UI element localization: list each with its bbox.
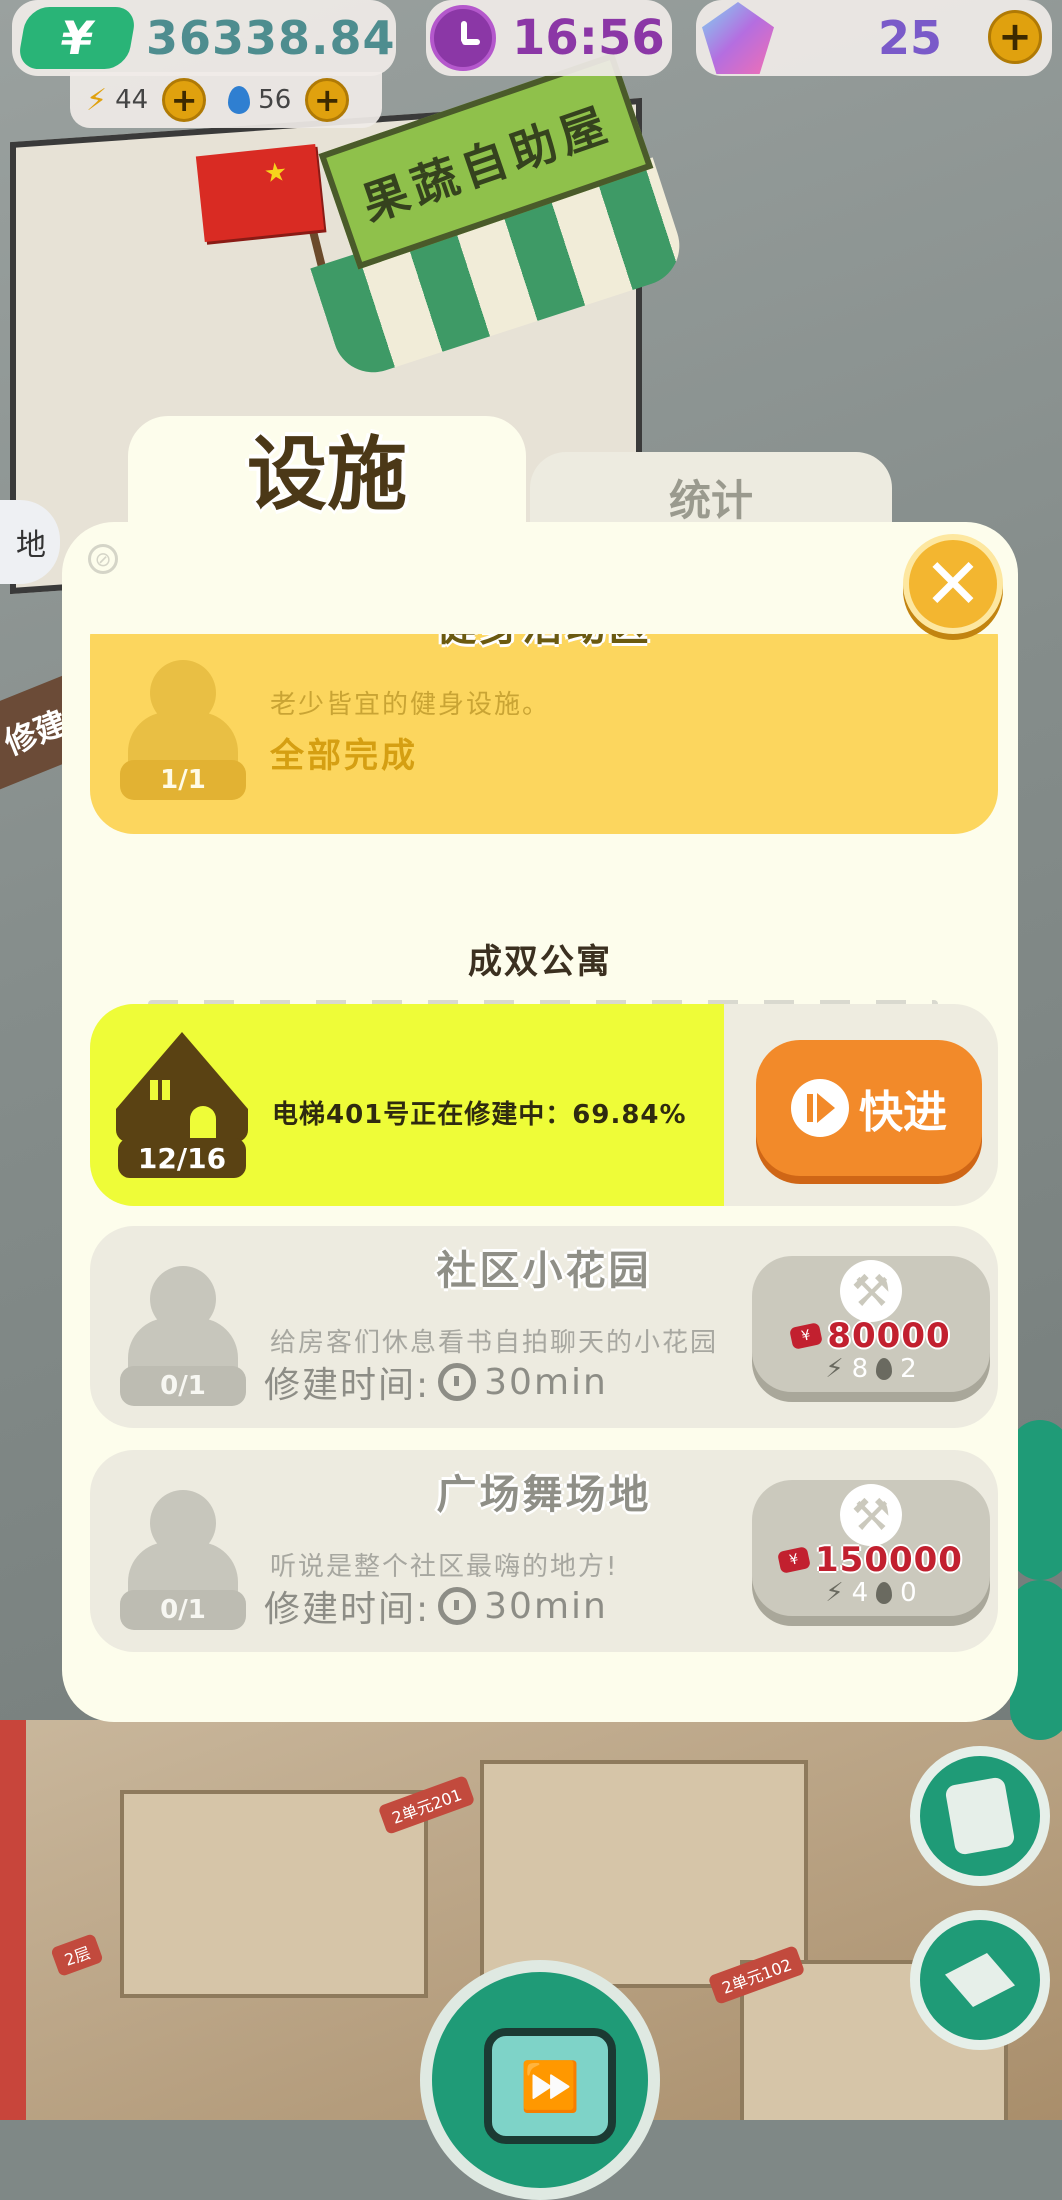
build-button[interactable]: ⚒ ¥ 80000 ⚡ 8 2 [752, 1256, 990, 1392]
cost-value: 80000 [827, 1316, 951, 1356]
apartment-house-icon: 12/16 [112, 1032, 252, 1182]
add-gems-button[interactable]: + [988, 10, 1042, 64]
build-progress-text: 电梯401号正在修建中：69.84% [272, 1100, 687, 1130]
build-cost: ¥ 80000 [752, 1316, 990, 1356]
build-requirements: ⚡ 4 0 [752, 1578, 990, 1608]
facility-icon: 0/1 [118, 1266, 248, 1406]
build-time-label: 修建时间: [264, 1589, 431, 1630]
money-icon: ¥ [777, 1546, 811, 1574]
energy-icon: ⚡ [825, 1578, 844, 1608]
close-button[interactable]: ✕ [903, 534, 1003, 634]
water-icon [876, 1358, 893, 1380]
tv-fast-forward-icon: ⏩ [484, 2028, 616, 2144]
build-button[interactable]: ⚒ ¥ 150000 ⚡ 4 0 [752, 1480, 990, 1616]
energy-value: 44 [115, 85, 149, 115]
build-cost: ¥ 150000 [752, 1540, 990, 1580]
build-time-value: 30min [484, 1585, 608, 1627]
room[interactable] [480, 1760, 808, 1988]
build-requirements: ⚡ 8 2 [752, 1354, 990, 1384]
game-clock: 16:56 [426, 0, 672, 76]
energy-icon: ⚡ [825, 1354, 844, 1384]
yuan-icon: ¥ [16, 7, 138, 69]
energy-icon: ⚡ [86, 82, 108, 118]
facility-icon: 1/1 [118, 660, 248, 800]
clock-icon [430, 5, 496, 71]
hammer-icon: ⚒ [840, 1484, 902, 1546]
water-required: 0 [900, 1578, 917, 1608]
section-title: 成双公寓 [468, 942, 612, 982]
build-time-label: 修建时间: [264, 1365, 431, 1406]
facility-list[interactable]: 健身活动区 1/1 老少皆宜的健身设施。 全部完成 成双公寓 12/16 电梯4… [62, 634, 1018, 1722]
room[interactable] [120, 1790, 428, 1998]
gem-counter[interactable]: 25 + [696, 0, 1052, 76]
facilities-panel: ⊘ 健身活动区 1/1 老少皆宜的健身设施。 全部完成 成双公寓 12/16 电… [62, 522, 1018, 1722]
money-icon: ¥ [789, 1322, 824, 1350]
clock-time: 16:56 [512, 10, 665, 66]
cost-value: 150000 [815, 1540, 963, 1580]
facility-title: 健身活动区 [90, 634, 998, 652]
water-icon [876, 1582, 893, 1604]
timer-icon [438, 1587, 477, 1625]
building-edge [0, 1720, 26, 2120]
facility-count: 0/1 [120, 1590, 246, 1630]
water-value: 56 [258, 85, 292, 115]
panel-corner-icon: ⊘ [88, 544, 118, 574]
add-water-button[interactable]: + [305, 78, 350, 122]
money-counter[interactable]: ¥ 36338.84 [12, 0, 396, 76]
fast-forward-icon [791, 1079, 849, 1137]
gem-value: 25 [878, 11, 943, 65]
facility-count: 12/16 [118, 1138, 246, 1178]
energy-required: 4 [851, 1578, 869, 1608]
timer-icon [438, 1363, 477, 1401]
facility-description: 听说是整个社区最嗨的地方! [270, 1552, 619, 1582]
build-time-value: 30min [484, 1361, 608, 1403]
facility-card-garden[interactable]: 社区小花园 0/1 给房客们休息看书自拍聊天的小花园 修建时间: 30min ⚒… [90, 1226, 998, 1428]
facility-card-dance[interactable]: 广场舞场地 0/1 听说是整个社区最嗨的地方! 修建时间: 30min ⚒ ¥ … [90, 1450, 998, 1652]
facility-card-fitness[interactable]: 健身活动区 1/1 老少皆宜的健身设施。 全部完成 [90, 634, 998, 834]
gem-shop-button[interactable] [910, 1910, 1050, 2050]
build-time: 修建时间: 30min [264, 1580, 608, 1632]
gem-icon [702, 2, 774, 74]
tab-facilities-label: 设施 [247, 428, 407, 521]
water-icon [228, 86, 251, 114]
facility-card-elevator[interactable]: 12/16 电梯401号正在修建中：69.84% 快进 [90, 1004, 998, 1206]
energy-required: 8 [851, 1354, 869, 1384]
watch-ad-button[interactable]: ⏩ [420, 1960, 660, 2200]
flag: ★ [195, 143, 325, 243]
fast-forward-label: 快进 [859, 1087, 947, 1138]
build-time: 修建时间: 30min [264, 1356, 608, 1408]
money-value: 36338.84 [146, 11, 396, 65]
facility-icon: 0/1 [118, 1490, 248, 1630]
resource-bar: ⚡ 44 + 56 + [70, 72, 382, 128]
notepad-icon [944, 1776, 1016, 1856]
facility-count: 1/1 [120, 760, 246, 800]
facility-description: 老少皆宜的健身设施。 [270, 690, 551, 720]
facility-count: 0/1 [120, 1366, 246, 1406]
hammer-icon: ⚒ [840, 1260, 902, 1322]
facility-description: 给房客们休息看书自拍聊天的小花园 [270, 1328, 719, 1358]
fast-forward-button[interactable]: 快进 [756, 1040, 982, 1176]
water-required: 2 [900, 1354, 917, 1384]
add-energy-button[interactable]: + [162, 78, 207, 122]
task-list-button[interactable] [910, 1746, 1050, 1886]
gem-card-icon [945, 1953, 1015, 2007]
facility-status: 全部完成 [270, 736, 418, 776]
